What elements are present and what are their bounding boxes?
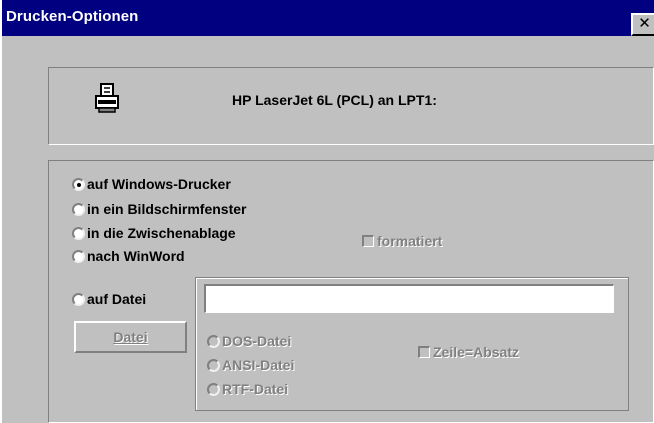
radio-screen-window[interactable]: in ein Bildschirmfenster: [72, 201, 246, 217]
print-options-dialog: Drucken-Optionen ✕ HP LaserJet 6L (PCL) …: [0, 0, 654, 423]
radio-label: RTF-Datei: [222, 381, 289, 397]
radio-button[interactable]: [72, 202, 85, 216]
radio-to-file[interactable]: auf Datei: [72, 291, 146, 307]
radio-windows-printer[interactable]: auf Windows-Drucker: [72, 176, 231, 192]
title-bar: Drucken-Optionen ✕: [2, 0, 654, 36]
printer-icon: [95, 83, 119, 113]
close-icon: ✕: [638, 15, 651, 32]
radio-rtf-file[interactable]: RTF-Datei: [207, 381, 288, 397]
formatiert-checkbox[interactable]: formatiert: [362, 233, 442, 249]
close-button[interactable]: ✕: [631, 13, 654, 36]
radio-winword[interactable]: nach WinWord: [72, 248, 185, 264]
radio-dos-file[interactable]: DOS-Datei: [207, 333, 291, 349]
radio-button-checked[interactable]: [72, 177, 85, 191]
radio-label: in die Zwischenablage: [87, 225, 236, 241]
printer-name-label: HP LaserJet 6L (PCL) an LPT1:: [232, 92, 437, 108]
checkbox-label: Zeile=Absatz: [433, 344, 519, 360]
radio-button[interactable]: [207, 358, 220, 372]
radio-button[interactable]: [207, 334, 220, 348]
radio-label: nach WinWord: [87, 248, 185, 264]
window-title: Drucken-Optionen: [6, 8, 139, 25]
datei-button[interactable]: Datei: [74, 321, 187, 353]
checkbox-box[interactable]: [418, 346, 430, 358]
radio-ansi-file[interactable]: ANSI-Datei: [207, 357, 294, 373]
radio-label: auf Windows-Drucker: [87, 176, 231, 192]
radio-button[interactable]: [72, 226, 85, 240]
radio-label: ANSI-Datei: [222, 357, 295, 373]
checkbox-box[interactable]: [362, 235, 374, 247]
checkbox-label: formatiert: [377, 233, 443, 249]
file-path-field[interactable]: [206, 286, 613, 312]
datei-button-label: Datei: [113, 329, 148, 345]
radio-button[interactable]: [72, 249, 85, 263]
radio-button[interactable]: [207, 382, 220, 396]
radio-label: DOS-Datei: [222, 333, 292, 349]
radio-label: in ein Bildschirmfenster: [87, 201, 247, 217]
radio-clipboard[interactable]: in die Zwischenablage: [72, 225, 236, 241]
file-path-input[interactable]: [204, 284, 614, 313]
radio-label: auf Datei: [87, 291, 147, 307]
radio-button[interactable]: [72, 292, 85, 306]
zeile-absatz-checkbox[interactable]: Zeile=Absatz: [418, 344, 519, 360]
